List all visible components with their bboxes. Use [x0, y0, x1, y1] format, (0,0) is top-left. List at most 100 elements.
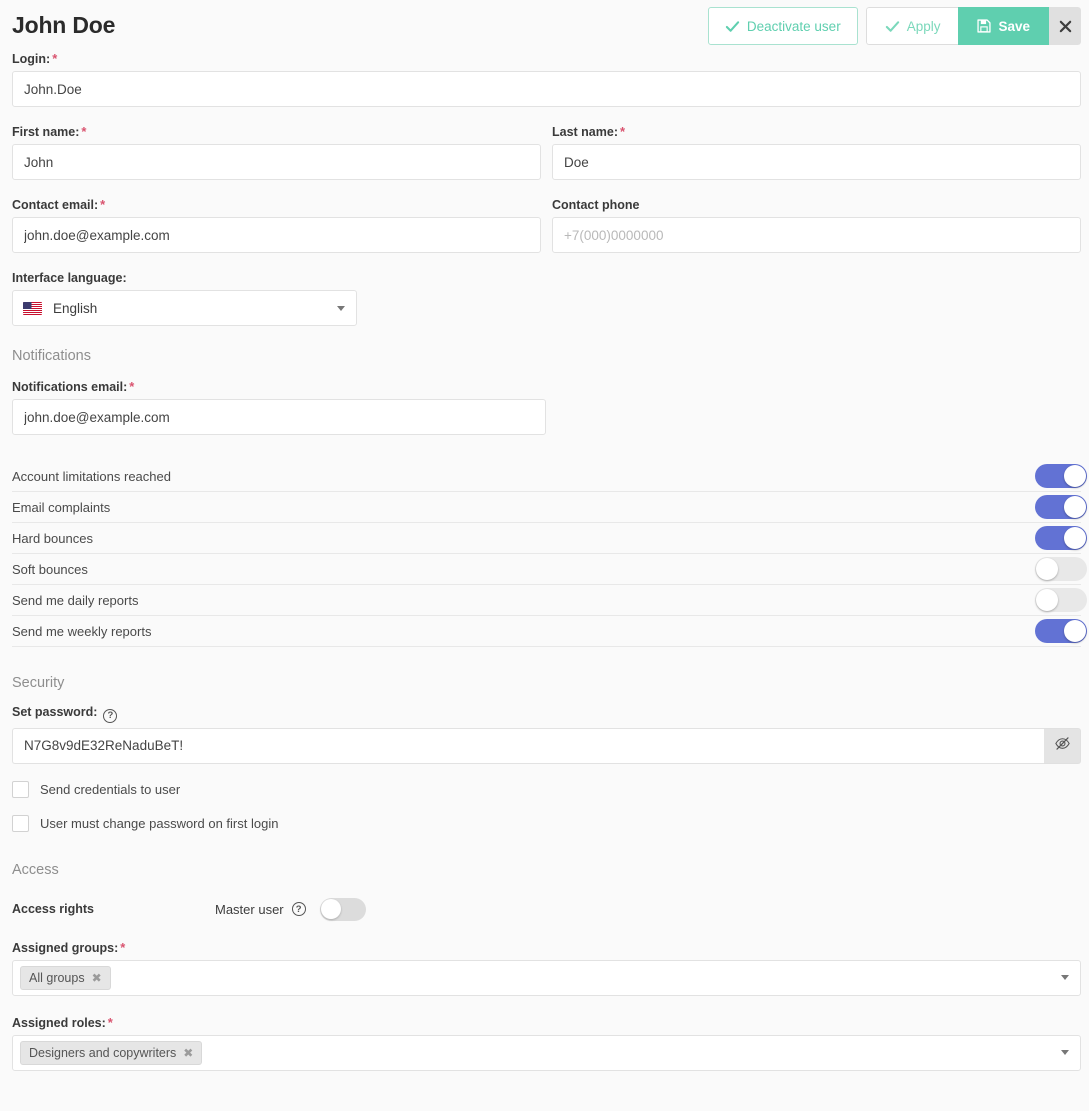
toggle-knob — [1064, 496, 1086, 518]
access-rights-label: Access rights — [12, 902, 94, 917]
set-password-label-text: Set password: — [12, 705, 98, 719]
user-form: Login:* First name:* Last name:* — [0, 52, 1089, 1071]
assigned-groups-select[interactable]: All groups ✖ — [12, 959, 1081, 996]
chevron-down-icon — [1061, 975, 1069, 981]
assigned-groups-label: Assigned groups: * — [12, 941, 1081, 955]
security-section-title: Security — [12, 675, 65, 691]
toggle-knob — [321, 899, 342, 920]
close-icon — [1059, 20, 1072, 33]
contact-email-input[interactable] — [12, 217, 541, 253]
last-name-field-group: Last name: * — [552, 125, 1081, 180]
notifications-email-field-group: Notifications email: * — [12, 380, 1081, 435]
toggle-email-complaints[interactable] — [1035, 495, 1087, 519]
tag-chip: All groups ✖ — [20, 965, 111, 990]
help-icon[interactable]: ? — [103, 708, 118, 723]
remove-tag-icon[interactable]: ✖ — [183, 1047, 193, 1059]
assigned-roles-label-text: Assigned roles: — [12, 1015, 106, 1030]
tag-chip: Designers and copywriters ✖ — [20, 1040, 203, 1065]
toggle-hard-bounces[interactable] — [1035, 526, 1087, 550]
toggle-send-me-daily-reports[interactable] — [1035, 588, 1087, 612]
required-marker: * — [620, 124, 626, 139]
send-credentials-checkbox-row[interactable]: Send credentials to user — [12, 780, 1081, 798]
must-change-password-checkbox-row[interactable]: User must change password on first login — [12, 814, 1081, 832]
apply-button[interactable]: Apply — [865, 7, 959, 45]
check-icon — [885, 19, 900, 34]
required-marker: * — [52, 51, 58, 66]
password-input-wrapper — [12, 727, 1081, 764]
notifications-email-input[interactable] — [12, 399, 546, 435]
must-change-password-checkbox[interactable] — [12, 814, 29, 832]
last-name-label-text: Last name: — [552, 125, 618, 139]
assigned-groups-label-text: Assigned groups: — [12, 940, 119, 955]
contact-phone-input[interactable] — [552, 217, 1081, 253]
first-name-label: First name: * — [12, 125, 541, 139]
required-marker: * — [107, 1014, 113, 1030]
deactivate-user-button[interactable]: Deactivate user — [707, 7, 858, 45]
tag-label: All groups — [29, 970, 85, 985]
required-marker: * — [129, 379, 135, 394]
last-name-label: Last name: * — [552, 125, 1081, 139]
login-label: Login: * — [12, 52, 1081, 66]
set-password-field-group: Set password:? — [12, 705, 1081, 764]
toggle-knob — [1064, 527, 1086, 549]
floppy-disk-icon — [977, 19, 992, 33]
set-password-label: Set password:? — [12, 705, 1081, 723]
name-row: First name:* Last name:* — [12, 125, 1081, 180]
first-name-label-text: First name: — [12, 125, 80, 139]
contact-phone-field-group: Contact phone — [552, 198, 1081, 253]
login-input[interactable] — [12, 71, 1081, 107]
assigned-roles-select[interactable]: Designers and copywriters ✖ — [12, 1034, 1081, 1071]
notifications-email-label-text: Notifications email: — [12, 380, 128, 394]
contact-email-label: Contact email: * — [12, 198, 541, 212]
eye-slash-icon — [1054, 735, 1071, 757]
toggle-send-me-weekly-reports[interactable] — [1035, 619, 1087, 643]
interface-language-select[interactable]: English — [12, 290, 357, 326]
toggle-row: Send me weekly reports — [12, 616, 1087, 647]
user-edit-page: John Doe Deactivate user Apply Save Logi… — [0, 0, 1089, 1111]
first-name-input[interactable] — [12, 144, 541, 180]
contact-email-field-group: Contact email: * — [12, 198, 541, 253]
check-icon — [725, 19, 740, 34]
toggle-account-limitations-reached[interactable] — [1035, 464, 1087, 488]
toggle-label: Hard bounces — [12, 530, 93, 546]
save-label: Save — [998, 18, 1030, 34]
chevron-down-icon — [1061, 1050, 1069, 1056]
close-button[interactable] — [1049, 7, 1081, 45]
contact-email-label-text: Contact email: — [12, 198, 99, 212]
remove-tag-icon[interactable]: ✖ — [92, 972, 102, 984]
contact-phone-label: Contact phone — [552, 198, 640, 212]
chevron-down-icon — [337, 305, 345, 311]
toggle-row: Email complaints — [12, 492, 1087, 523]
toggle-label: Email complaints — [12, 499, 111, 515]
toggle-master-user[interactable] — [319, 897, 366, 921]
toggle-row: Send me daily reports — [12, 585, 1087, 616]
send-credentials-label: Send credentials to user — [40, 781, 181, 797]
login-label-text: Login: — [12, 52, 51, 66]
last-name-input[interactable] — [552, 144, 1081, 180]
toggle-soft-bounces[interactable] — [1035, 557, 1087, 581]
save-button[interactable]: Save — [958, 7, 1049, 45]
notifications-section-title: Notifications — [12, 348, 91, 364]
assigned-roles-label: Assigned roles: * — [12, 1016, 1081, 1030]
access-section-title: Access — [12, 861, 59, 878]
deactivate-user-label: Deactivate user — [746, 18, 841, 34]
help-icon[interactable]: ? — [291, 902, 306, 917]
apply-label: Apply — [906, 18, 941, 34]
notification-toggle-list: Account limitations reached Email compla… — [12, 461, 1087, 647]
save-button-group: Apply Save — [865, 7, 1081, 45]
required-marker: * — [120, 939, 126, 955]
required-marker: * — [81, 124, 87, 139]
interface-language-label: Interface language: — [12, 271, 127, 285]
page-header: John Doe Deactivate user Apply Save — [0, 0, 1089, 52]
notifications-email-label: Notifications email: * — [12, 380, 1081, 394]
us-flag-icon — [23, 301, 42, 315]
toggle-label: Send me daily reports — [12, 592, 139, 608]
toggle-password-visibility-button[interactable] — [1044, 727, 1081, 764]
set-password-input[interactable] — [12, 727, 1045, 764]
assigned-roles-field-group: Assigned roles: * Designers and copywrite… — [12, 1016, 1081, 1071]
toggle-knob — [1036, 558, 1058, 580]
must-change-password-label: User must change password on first login — [40, 815, 279, 831]
assigned-groups-field-group: Assigned groups: * All groups ✖ — [12, 941, 1081, 996]
send-credentials-checkbox[interactable] — [12, 780, 29, 798]
toggle-row: Account limitations reached — [12, 461, 1087, 492]
